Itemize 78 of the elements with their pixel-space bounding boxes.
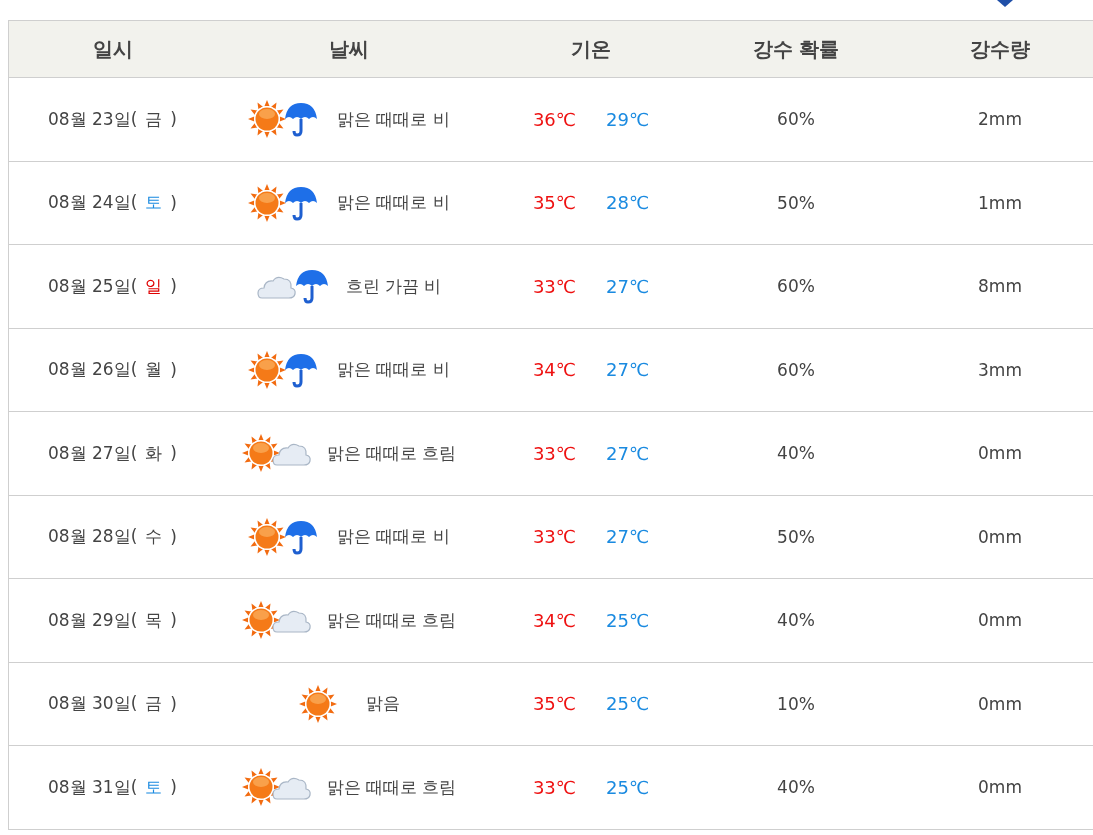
rain-amount: 3mm xyxy=(978,359,1022,380)
rain-probability: 50% xyxy=(777,192,815,213)
weekday-text: 토 xyxy=(145,775,163,799)
paren-text: ) xyxy=(170,610,177,631)
rain-amount: 0mm xyxy=(978,526,1022,547)
weather-text: 맑음 xyxy=(365,692,400,716)
weather-text: 맑은 때때로 비 xyxy=(337,107,450,131)
rain-probability: 60% xyxy=(777,109,815,130)
high-temperature: 36℃ xyxy=(532,108,576,130)
rain-probability: 40% xyxy=(777,777,815,798)
paren-text: ) xyxy=(170,276,177,297)
rain-amount: 8mm xyxy=(978,276,1022,297)
high-temperature: 34℃ xyxy=(532,359,576,381)
date-text: 08월 23일( xyxy=(48,107,138,131)
weekday-text: 화 xyxy=(145,441,163,465)
date-text: 08월 24일( xyxy=(48,191,138,215)
rain-amount: 2mm xyxy=(978,109,1022,130)
low-temperature: 25℃ xyxy=(606,776,650,798)
rain-amount: 1mm xyxy=(978,192,1022,213)
rain-amount: 0mm xyxy=(978,693,1022,714)
weather-text: 맑은 때때로 비 xyxy=(337,358,450,382)
high-temperature: 33℃ xyxy=(532,776,576,798)
weather-text: 맑은 때때로 비 xyxy=(337,525,450,549)
column-header: 강수 확률 xyxy=(752,35,840,63)
paren-text: ) xyxy=(170,693,177,714)
column-header: 기온 xyxy=(571,35,611,63)
date-text: 08월 27일( xyxy=(48,441,138,465)
rain-probability: 40% xyxy=(777,443,815,464)
date-text: 08월 28일( xyxy=(48,525,138,549)
low-temperature: 27℃ xyxy=(606,442,650,464)
paren-text: ) xyxy=(170,359,177,380)
low-temperature: 25℃ xyxy=(606,609,650,631)
column-header: 일시 xyxy=(92,35,133,63)
column-header: 강수량 xyxy=(970,35,1030,63)
weekday-text: 일 xyxy=(145,274,163,298)
high-temperature: 35℃ xyxy=(532,192,576,214)
low-temperature: 27℃ xyxy=(606,359,650,381)
weather-text: 맑은 때때로 비 xyxy=(337,191,450,215)
date-text: 08월 31일( xyxy=(48,775,138,799)
rain-amount: 0mm xyxy=(978,443,1022,464)
paren-text: ) xyxy=(170,109,177,130)
weekday-text: 토 xyxy=(145,191,163,215)
rain-amount: 0mm xyxy=(978,777,1022,798)
weekday-text: 금 xyxy=(145,692,163,716)
rain-probability: 60% xyxy=(777,276,815,297)
paren-text: ) xyxy=(170,777,177,798)
high-temperature: 34℃ xyxy=(532,609,576,631)
high-temperature: 33℃ xyxy=(532,275,576,297)
date-text: 08월 29일( xyxy=(48,608,138,632)
paren-text: ) xyxy=(170,192,177,213)
weather-text: 맑은 때때로 흐림 xyxy=(326,775,457,799)
weather-text: 맑은 때때로 흐림 xyxy=(326,441,457,465)
weekday-text: 수 xyxy=(145,525,163,549)
date-text: 08월 26일( xyxy=(48,358,138,382)
down-arrow-icon xyxy=(997,0,1013,7)
date-text: 08월 30일( xyxy=(48,692,138,716)
rain-amount: 0mm xyxy=(978,610,1022,631)
high-temperature: 33℃ xyxy=(532,442,576,464)
paren-text: ) xyxy=(170,526,177,547)
low-temperature: 27℃ xyxy=(606,275,650,297)
low-temperature: 27℃ xyxy=(606,526,650,548)
column-header: 날씨 xyxy=(328,35,369,63)
weekday-text: 월 xyxy=(145,358,163,382)
weekday-text: 금 xyxy=(145,107,163,131)
rain-probability: 40% xyxy=(777,610,815,631)
weekday-text: 목 xyxy=(145,608,163,632)
weather-text: 흐린 가끔 비 xyxy=(345,274,442,298)
high-temperature: 35℃ xyxy=(532,693,576,715)
rain-probability: 60% xyxy=(777,359,815,380)
low-temperature: 29℃ xyxy=(606,108,650,130)
rain-probability: 10% xyxy=(777,693,815,714)
date-text: 08월 25일( xyxy=(48,274,138,298)
paren-text: ) xyxy=(170,443,177,464)
high-temperature: 33℃ xyxy=(532,526,576,548)
low-temperature: 25℃ xyxy=(606,693,650,715)
rain-probability: 50% xyxy=(777,526,815,547)
weather-text: 맑은 때때로 흐림 xyxy=(326,608,457,632)
low-temperature: 28℃ xyxy=(606,192,650,214)
